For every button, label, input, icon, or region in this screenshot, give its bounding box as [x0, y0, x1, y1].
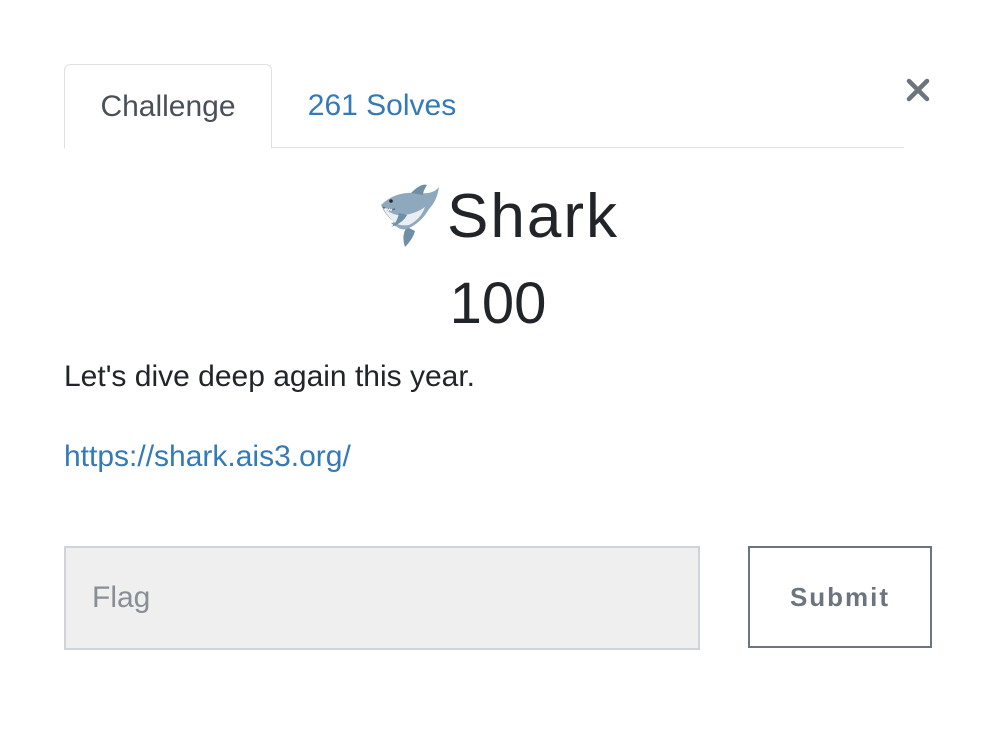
challenge-name: Shark	[447, 181, 619, 251]
challenge-link[interactable]: https://shark.ais3.org/	[64, 440, 351, 474]
submit-button[interactable]: Submit	[748, 546, 932, 648]
flag-input[interactable]	[64, 546, 700, 650]
tab-challenge-label: Challenge	[100, 89, 236, 123]
tab-solves-label: 261 Solves	[307, 89, 457, 122]
tab-bar: Challenge 261 Solves	[64, 64, 904, 149]
close-button[interactable]	[902, 72, 934, 108]
challenge-modal: Challenge 261 Solves Shark 100 Let's div…	[0, 0, 996, 745]
challenge-description: Let's dive deep again this year.	[64, 360, 476, 393]
challenge-value: 100	[449, 271, 547, 336]
tab-solves[interactable]: 261 Solves	[272, 64, 492, 148]
close-icon	[906, 78, 930, 102]
challenge-title: Shark	[0, 176, 996, 256]
tab-challenge[interactable]: Challenge	[64, 64, 272, 149]
shark-icon	[381, 184, 440, 247]
